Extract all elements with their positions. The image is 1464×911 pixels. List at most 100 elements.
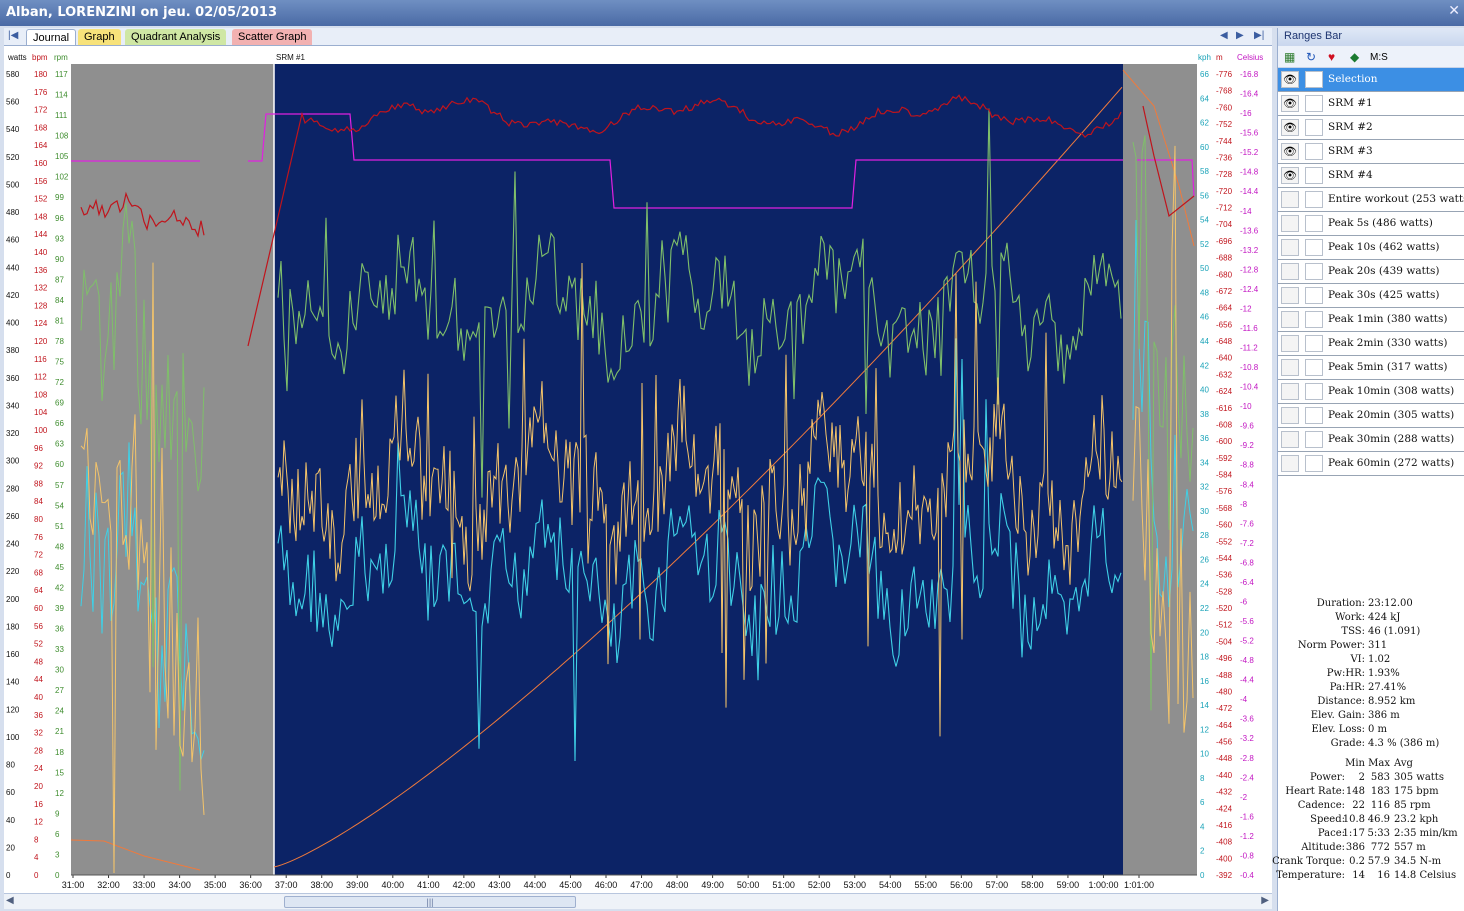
visibility-eye-icon[interactable]: 👁 — [1281, 71, 1299, 88]
range-checkbox[interactable] — [1305, 119, 1323, 136]
time-tick-label: 59:00 — [1057, 880, 1080, 890]
visibility-eye-icon[interactable] — [1281, 191, 1299, 208]
ranges-toolbar: ▦ ↻ ♥ ◆ M:S — [1278, 46, 1464, 68]
visibility-eye-icon[interactable] — [1281, 311, 1299, 328]
chart-view-icon[interactable]: ▦ — [1284, 50, 1295, 64]
range-item[interactable]: Peak 10min (308 watts) — [1278, 380, 1464, 404]
range-item[interactable]: Peak 30min (288 watts) — [1278, 428, 1464, 452]
range-checkbox[interactable] — [1305, 311, 1323, 328]
visibility-eye-icon[interactable]: 👁 — [1281, 143, 1299, 160]
graph-area[interactable]: SRM #1 0 20 40 60 80 100 120 140 160 180 200 220 240 2… — [4, 46, 1272, 893]
axis-tick-label: 63 — [55, 440, 64, 449]
axis-tick-label: 560 — [6, 98, 20, 107]
range-item[interactable]: Peak 1min (380 watts) — [1278, 308, 1464, 332]
range-checkbox[interactable] — [1305, 359, 1323, 376]
axis-tick-label: 260 — [6, 512, 20, 521]
range-checkbox[interactable] — [1305, 71, 1323, 88]
visibility-eye-icon[interactable]: 👁 — [1281, 119, 1299, 136]
range-checkbox[interactable] — [1305, 191, 1323, 208]
axis-tick-label: -8.8 — [1240, 461, 1254, 470]
range-item[interactable]: Peak 5s (486 watts) — [1278, 212, 1464, 236]
tab-quadrant-analysis[interactable]: Quadrant Analysis — [125, 29, 227, 45]
range-item[interactable]: 👁 Selection — [1278, 68, 1464, 92]
visibility-eye-icon[interactable] — [1281, 287, 1299, 304]
axis-tick-label: -528 — [1216, 587, 1233, 596]
axis-tick-label: -608 — [1216, 420, 1233, 429]
range-item[interactable]: Entire workout (253 watts) — [1278, 188, 1464, 212]
window-titlebar: Alban, LORENZINI on jeu. 02/05/2013 ✕ — [0, 0, 1464, 26]
time-tick-label: 38:00 — [310, 880, 333, 890]
range-checkbox[interactable] — [1305, 335, 1323, 352]
scroll-right-icon[interactable]: ▶ — [1261, 895, 1269, 906]
range-item[interactable]: Peak 20s (439 watts) — [1278, 260, 1464, 284]
visibility-eye-icon[interactable] — [1281, 359, 1299, 376]
axis-tick-label: 18 — [1200, 653, 1209, 662]
range-checkbox[interactable] — [1305, 431, 1323, 448]
first-page-icon[interactable]: |◀ — [8, 30, 18, 41]
axis-tick-label: 340 — [6, 401, 20, 410]
tab-journal[interactable]: Journal — [26, 29, 77, 45]
axis-tick-label: -13.6 — [1240, 226, 1259, 235]
axis-tick-label: -3.6 — [1240, 715, 1254, 724]
visibility-eye-icon[interactable] — [1281, 383, 1299, 400]
axis-tick-label: -720 — [1216, 187, 1233, 196]
visibility-eye-icon[interactable] — [1281, 335, 1299, 352]
range-item[interactable]: Peak 10s (462 watts) — [1278, 236, 1464, 260]
heart-icon[interactable]: ♥ — [1328, 50, 1335, 64]
tab-scroll-right-icon[interactable]: ▶ — [1236, 30, 1244, 41]
horizontal-scrollbar[interactable]: ◀ ||| ▶ — [4, 893, 1272, 909]
scrollbar-thumb[interactable]: ||| — [284, 896, 576, 908]
time-tick-label: 48:00 — [666, 880, 689, 890]
tab-scatter-graph[interactable]: Scatter Graph — [232, 29, 313, 45]
range-checkbox[interactable] — [1305, 407, 1323, 424]
axis-tick-label: -584 — [1216, 471, 1233, 480]
visibility-eye-icon[interactable] — [1281, 215, 1299, 232]
axis-tick-label: -16.8 — [1240, 70, 1259, 79]
last-page-icon[interactable]: ▶| — [1254, 30, 1264, 41]
visibility-eye-icon[interactable] — [1281, 239, 1299, 256]
close-icon[interactable]: ✕ — [1448, 3, 1460, 19]
range-item[interactable]: 👁 SRM #4 — [1278, 164, 1464, 188]
time-tick-label: 39:00 — [346, 880, 369, 890]
refresh-icon[interactable]: ↻ — [1306, 50, 1316, 64]
visibility-eye-icon[interactable] — [1281, 455, 1299, 472]
range-item[interactable]: Peak 60min (272 watts) — [1278, 452, 1464, 476]
visibility-eye-icon[interactable]: 👁 — [1281, 167, 1299, 184]
range-item[interactable]: 👁 SRM #3 — [1278, 140, 1464, 164]
visibility-eye-icon[interactable] — [1281, 263, 1299, 280]
workout-graph[interactable]: SRM #10204060801001201401601802002202402… — [4, 46, 1272, 893]
stats-cell-k: Cadence: — [1297, 800, 1345, 811]
scroll-left-icon[interactable]: ◀ — [6, 895, 14, 906]
range-checkbox[interactable] — [1305, 143, 1323, 160]
axis-tick-label: -4.8 — [1240, 656, 1254, 665]
range-item[interactable]: 👁 SRM #1 — [1278, 92, 1464, 116]
time-format-button[interactable]: M:S — [1370, 52, 1388, 63]
visibility-eye-icon[interactable]: 👁 — [1281, 95, 1299, 112]
axis-tick-label: 20 — [34, 782, 43, 791]
range-checkbox[interactable] — [1305, 239, 1323, 256]
axis-tick-label: -464 — [1216, 721, 1233, 730]
axis-tick-label: 93 — [55, 234, 64, 243]
axis-tick-label: 96 — [55, 214, 64, 223]
range-checkbox[interactable] — [1305, 455, 1323, 472]
tab-graph[interactable]: Graph — [78, 29, 121, 45]
range-item[interactable]: Peak 2min (330 watts) — [1278, 332, 1464, 356]
range-checkbox[interactable] — [1305, 383, 1323, 400]
range-item[interactable]: 👁 SRM #2 — [1278, 116, 1464, 140]
range-checkbox[interactable] — [1305, 287, 1323, 304]
range-checkbox[interactable] — [1305, 263, 1323, 280]
gem-icon[interactable]: ◆ — [1350, 50, 1359, 64]
time-tick-label: 50:00 — [737, 880, 760, 890]
range-item[interactable]: Peak 30s (425 watts) — [1278, 284, 1464, 308]
axis-tick-label: 360 — [6, 374, 20, 383]
range-item[interactable]: Peak 20min (305 watts) — [1278, 404, 1464, 428]
summary-key: Pa:HR: — [1329, 682, 1365, 693]
axis-tick-label: -416 — [1216, 821, 1233, 830]
visibility-eye-icon[interactable] — [1281, 407, 1299, 424]
range-checkbox[interactable] — [1305, 95, 1323, 112]
range-checkbox[interactable] — [1305, 167, 1323, 184]
range-checkbox[interactable] — [1305, 215, 1323, 232]
tab-scroll-left-icon[interactable]: ◀ — [1220, 30, 1228, 41]
visibility-eye-icon[interactable] — [1281, 431, 1299, 448]
range-item[interactable]: Peak 5min (317 watts) — [1278, 356, 1464, 380]
